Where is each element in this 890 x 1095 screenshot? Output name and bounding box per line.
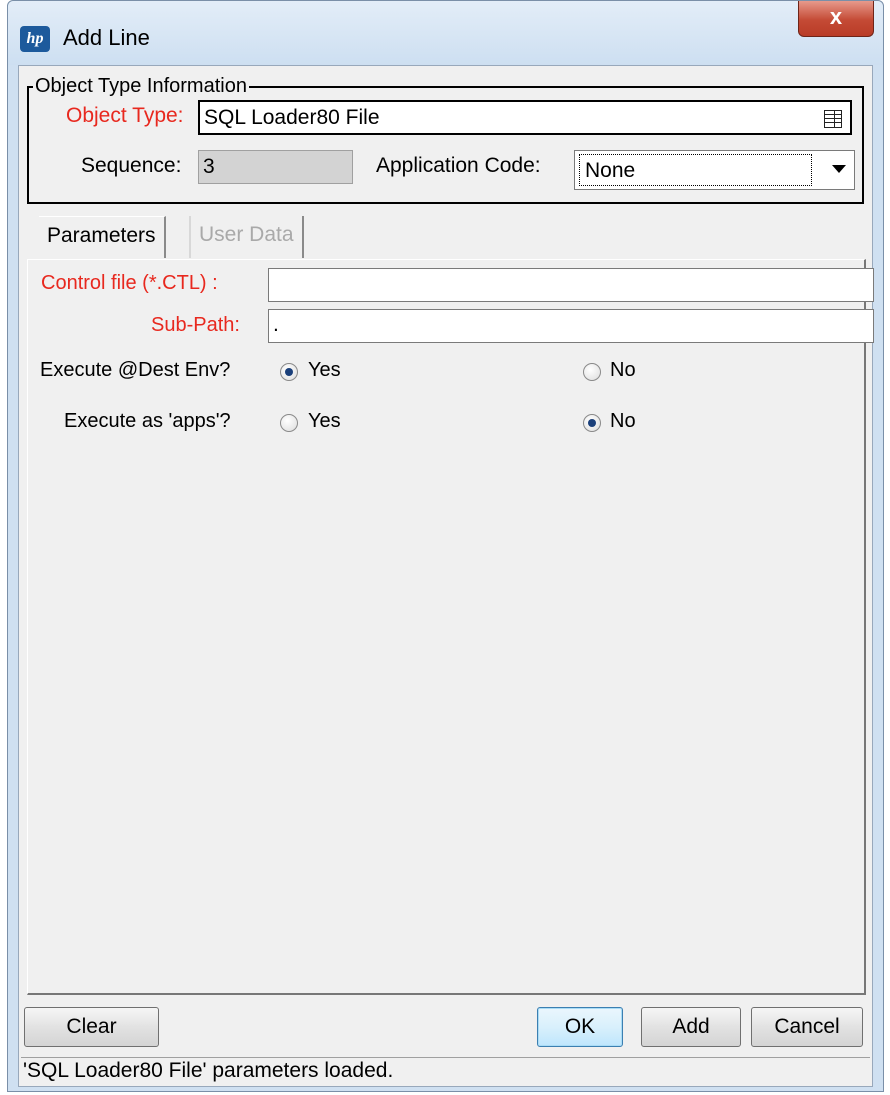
group-legend: Object Type Information <box>33 75 249 98</box>
ok-button[interactable]: OK <box>537 1007 623 1047</box>
execute-dest-env-no-radio[interactable] <box>583 363 601 381</box>
sequence-field: 3 <box>198 150 353 184</box>
sub-path-input[interactable]: . <box>268 309 874 343</box>
execute-dest-env-no-label: No <box>610 359 636 381</box>
clear-button[interactable]: Clear <box>24 1007 159 1047</box>
application-code-value: None <box>585 159 636 182</box>
tab-user-data[interactable]: User Data <box>189 216 304 258</box>
execute-as-apps-yes-radio[interactable] <box>280 414 298 432</box>
execute-as-apps-no-label: No <box>610 410 636 432</box>
control-file-label: Control file (*.CTL) : <box>41 272 218 294</box>
tab-parameters[interactable]: Parameters <box>39 216 166 258</box>
object-type-field[interactable]: SQL Loader80 File <box>198 100 852 135</box>
control-file-input[interactable] <box>268 268 874 302</box>
application-code-label: Application Code: <box>376 154 541 177</box>
status-bar: 'SQL Loader80 File' parameters loaded. <box>21 1057 870 1085</box>
sequence-label: Sequence: <box>81 154 182 177</box>
execute-as-apps-no-radio[interactable] <box>583 414 601 432</box>
execute-as-apps-label: Execute as 'apps'? <box>64 410 231 432</box>
object-type-value: SQL Loader80 File <box>204 106 380 129</box>
execute-dest-env-yes-label: Yes <box>308 359 341 381</box>
dropdown-focus-ring: None <box>579 154 812 186</box>
object-type-label: Object Type: <box>66 104 184 127</box>
object-type-information-group: Object Type Information Object Type: SQL… <box>27 75 864 204</box>
execute-dest-env-yes-radio[interactable] <box>280 363 298 381</box>
cancel-button[interactable]: Cancel <box>751 1007 863 1047</box>
execute-dest-env-label: Execute @Dest Env? <box>40 359 231 381</box>
window-title: Add Line <box>63 25 150 50</box>
hp-logo-icon: hp <box>20 26 50 52</box>
close-button[interactable]: x <box>798 1 874 37</box>
table-lookup-icon[interactable] <box>824 110 842 128</box>
status-message: 'SQL Loader80 File' parameters loaded. <box>23 1059 394 1082</box>
add-line-dialog: hp Add Line x Object Type Information Ob… <box>7 0 884 1092</box>
parameters-panel: Control file (*.CTL) : Sub-Path: . Execu… <box>27 259 874 995</box>
add-button[interactable]: Add <box>641 1007 741 1047</box>
title-bar[interactable]: hp Add Line <box>8 1 883 65</box>
sub-path-label: Sub-Path: <box>151 314 240 336</box>
application-code-dropdown[interactable]: None <box>574 150 855 190</box>
chevron-down-icon[interactable] <box>832 165 846 173</box>
execute-as-apps-yes-label: Yes <box>308 410 341 432</box>
dialog-content: Object Type Information Object Type: SQL… <box>18 65 874 1087</box>
